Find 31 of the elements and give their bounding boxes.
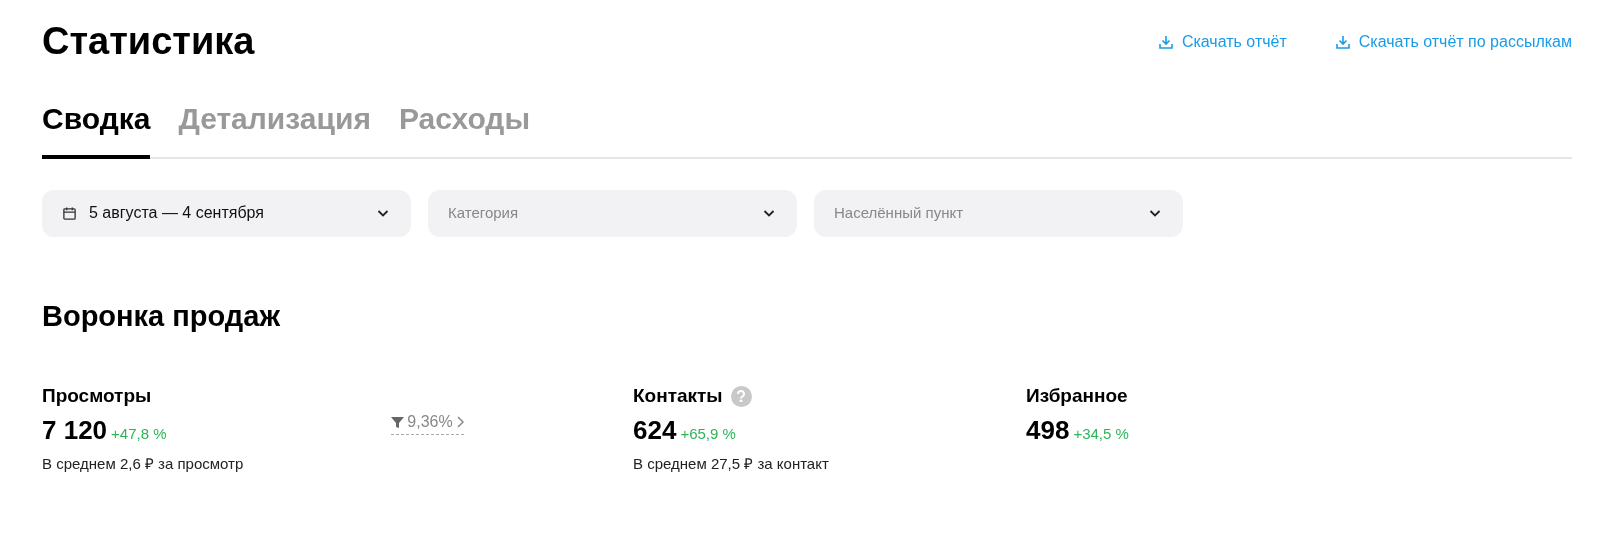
dropdown-select[interactable]: Населённый пункт xyxy=(814,189,1183,237)
date-range-select[interactable]: 5 августа — 4 сентября xyxy=(42,189,411,237)
metric-average: В среднем 2,6 ₽ за просмотр xyxy=(42,454,244,474)
metric-change: +34,5 % xyxy=(1073,423,1129,444)
download-icon xyxy=(1334,34,1351,50)
chevron-right-icon xyxy=(455,416,464,428)
dropdown-select[interactable]: Категория xyxy=(428,189,797,237)
download-link[interactable]: Скачать отчёт xyxy=(1157,30,1287,54)
date-range-value: 5 августа — 4 сентября xyxy=(89,203,264,223)
metric-average: В среднем 27,5 ₽ за контакт xyxy=(633,454,829,474)
help-icon[interactable] xyxy=(730,385,752,407)
tab[interactable]: Расходы xyxy=(398,95,530,159)
metric-value: 498 xyxy=(1026,416,1070,443)
calendar-icon xyxy=(62,205,77,221)
metric-label: Просмотры xyxy=(42,384,152,408)
section-title: Воронка продаж xyxy=(42,298,281,334)
download-icon xyxy=(1157,34,1174,50)
metric-value: 7 120 xyxy=(42,416,108,443)
page-title: Статистика xyxy=(42,19,255,64)
select-placeholder: Категория xyxy=(448,202,519,223)
download-link[interactable]: Скачать отчёт по рассылкам xyxy=(1334,30,1572,54)
metric-change: +47,8 % xyxy=(111,423,167,444)
tab[interactable]: Сводка xyxy=(42,95,151,159)
metric-change: +65,9 % xyxy=(680,423,736,444)
select-placeholder: Населённый пункт xyxy=(834,202,964,223)
tab[interactable]: Детализация xyxy=(178,95,371,159)
metric-label: Избранное xyxy=(1026,384,1128,408)
conversion-link[interactable]: 9,36% xyxy=(391,410,464,435)
metric-label: Контакты xyxy=(633,384,723,408)
metric-value: 624 xyxy=(633,416,677,443)
funnel-icon xyxy=(391,415,405,429)
